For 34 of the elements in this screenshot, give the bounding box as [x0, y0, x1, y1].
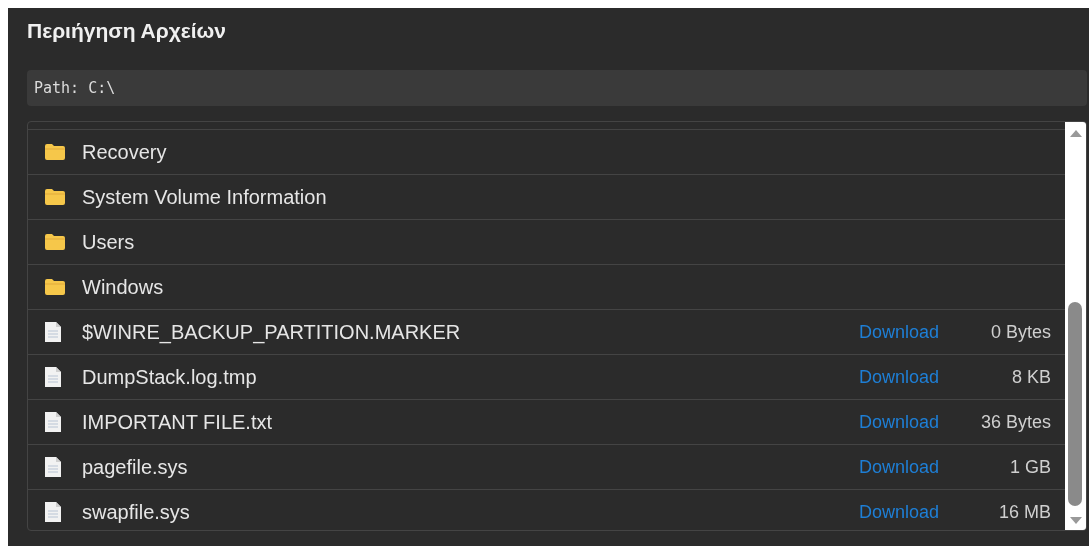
path-bar: Path: C:\: [27, 70, 1087, 106]
download-link[interactable]: Download: [858, 321, 939, 343]
download-link[interactable]: Download: [858, 366, 939, 388]
document-icon: [44, 366, 62, 388]
file-name: IMPORTANT FILE.txt: [82, 410, 274, 434]
file-name: pagefile.sys: [82, 455, 189, 479]
document-icon: [44, 321, 62, 343]
document-icon: [44, 456, 62, 478]
download-link[interactable]: Download: [858, 501, 939, 523]
download-link[interactable]: Download: [858, 411, 939, 433]
file-name: $WINRE_BACKUP_PARTITION.MARKER: [82, 320, 462, 344]
page-title: Περιήγηση Αρχείων: [27, 18, 227, 44]
folder-icon: [44, 233, 66, 251]
file-size: 8 KB: [1010, 366, 1051, 388]
download-link[interactable]: Download: [858, 456, 939, 478]
folder-icon: [44, 143, 66, 161]
folder-icon: [44, 188, 66, 206]
file-name: DumpStack.log.tmp: [82, 365, 258, 389]
file-name: System Volume Information: [82, 185, 328, 209]
scroll-up-icon[interactable]: [1070, 130, 1082, 137]
file-size: 36 Bytes: [979, 411, 1051, 433]
file-name: Users: [82, 230, 136, 254]
folder-icon: [44, 278, 66, 296]
scroll-down-icon[interactable]: [1070, 517, 1082, 524]
document-icon: [44, 501, 62, 523]
file-size: 0 Bytes: [989, 321, 1051, 343]
scrollbar[interactable]: [1065, 122, 1086, 530]
document-icon: [44, 411, 62, 433]
file-name: Recovery: [82, 140, 168, 164]
file-name: swapfile.sys: [82, 500, 191, 524]
file-size: 16 MB: [997, 501, 1051, 523]
scrollbar-thumb[interactable]: [1068, 302, 1082, 506]
file-size: 1 GB: [1008, 456, 1051, 478]
file-name: Windows: [82, 275, 165, 299]
